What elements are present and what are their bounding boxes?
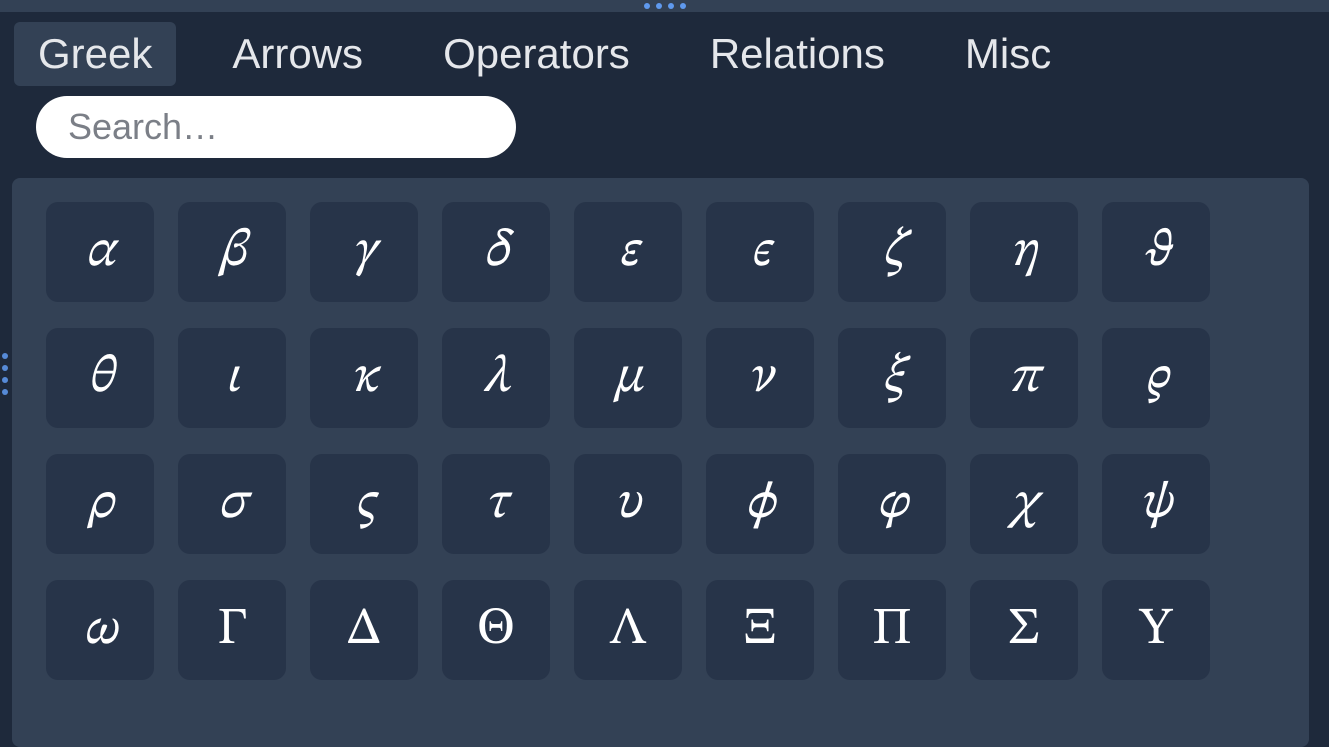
- tab-relations[interactable]: Relations: [686, 22, 909, 86]
- symbol-panel-wrap: αβγδεϵζηϑ θικλμνξπϱ ρσςτυϕφχψ ωΓΔΘΛΞΠΣΥ: [0, 178, 1329, 747]
- symbol-kappa[interactable]: κ: [310, 328, 418, 428]
- symbol-beta[interactable]: β: [178, 202, 286, 302]
- tab-operators[interactable]: Operators: [419, 22, 654, 86]
- drag-dots-icon: [644, 3, 686, 9]
- symbol-nu[interactable]: ν: [706, 328, 814, 428]
- symbol-theta[interactable]: θ: [46, 328, 154, 428]
- symbol-Sigma[interactable]: Σ: [970, 580, 1078, 680]
- symbol-rho[interactable]: ρ: [46, 454, 154, 554]
- symbol-pi[interactable]: π: [970, 328, 1078, 428]
- symbol-mu[interactable]: μ: [574, 328, 682, 428]
- symbol-sigma[interactable]: σ: [178, 454, 286, 554]
- symbol-Pi[interactable]: Π: [838, 580, 946, 680]
- symbol-Upsilon[interactable]: Υ: [1102, 580, 1210, 680]
- symbol-varphi[interactable]: φ: [838, 454, 946, 554]
- symbol-gamma[interactable]: γ: [310, 202, 418, 302]
- symbol-alpha[interactable]: α: [46, 202, 154, 302]
- symbol-omega[interactable]: ω: [46, 580, 154, 680]
- symbol-xi[interactable]: ξ: [838, 328, 946, 428]
- symbol-upsilon[interactable]: υ: [574, 454, 682, 554]
- symbol-eta[interactable]: η: [970, 202, 1078, 302]
- tab-misc[interactable]: Misc: [941, 22, 1075, 86]
- symbol-varsigma[interactable]: ς: [310, 454, 418, 554]
- search-input[interactable]: [36, 96, 516, 158]
- symbol-varepsilon[interactable]: ε: [574, 202, 682, 302]
- symbol-Delta[interactable]: Δ: [310, 580, 418, 680]
- symbol-zeta[interactable]: ζ: [838, 202, 946, 302]
- symbol-picker-app: Greek Arrows Operators Relations Misc αβγδεϵ…: [0, 0, 1329, 747]
- symbol-lambda[interactable]: λ: [442, 328, 550, 428]
- symbol-delta[interactable]: δ: [442, 202, 550, 302]
- symbol-Theta[interactable]: Θ: [442, 580, 550, 680]
- symbol-panel[interactable]: αβγδεϵζηϑ θικλμνξπϱ ρσςτυϕφχψ ωΓΔΘΛΞΠΣΥ: [12, 178, 1309, 747]
- symbol-Gamma[interactable]: Γ: [178, 580, 286, 680]
- symbol-chi[interactable]: χ: [970, 454, 1078, 554]
- symbol-iota[interactable]: ι: [178, 328, 286, 428]
- panel-drag-handle-top[interactable]: [0, 0, 1329, 12]
- symbol-epsilon[interactable]: ϵ: [706, 202, 814, 302]
- search-row: [0, 96, 1329, 178]
- symbol-psi[interactable]: ψ: [1102, 454, 1210, 554]
- symbol-grid: αβγδεϵζηϑ θικλμνξπϱ ρσςτυϕφχψ ωΓΔΘΛΞΠΣΥ: [46, 202, 1275, 680]
- symbol-tau[interactable]: τ: [442, 454, 550, 554]
- symbol-phi[interactable]: ϕ: [706, 454, 814, 554]
- symbol-varrho[interactable]: ϱ: [1102, 328, 1210, 428]
- symbol-vartheta[interactable]: ϑ: [1102, 202, 1210, 302]
- symbol-Lambda[interactable]: Λ: [574, 580, 682, 680]
- category-tabs: Greek Arrows Operators Relations Misc: [0, 12, 1329, 96]
- tab-greek[interactable]: Greek: [14, 22, 176, 86]
- symbol-Xi[interactable]: Ξ: [706, 580, 814, 680]
- tab-arrows[interactable]: Arrows: [208, 22, 387, 86]
